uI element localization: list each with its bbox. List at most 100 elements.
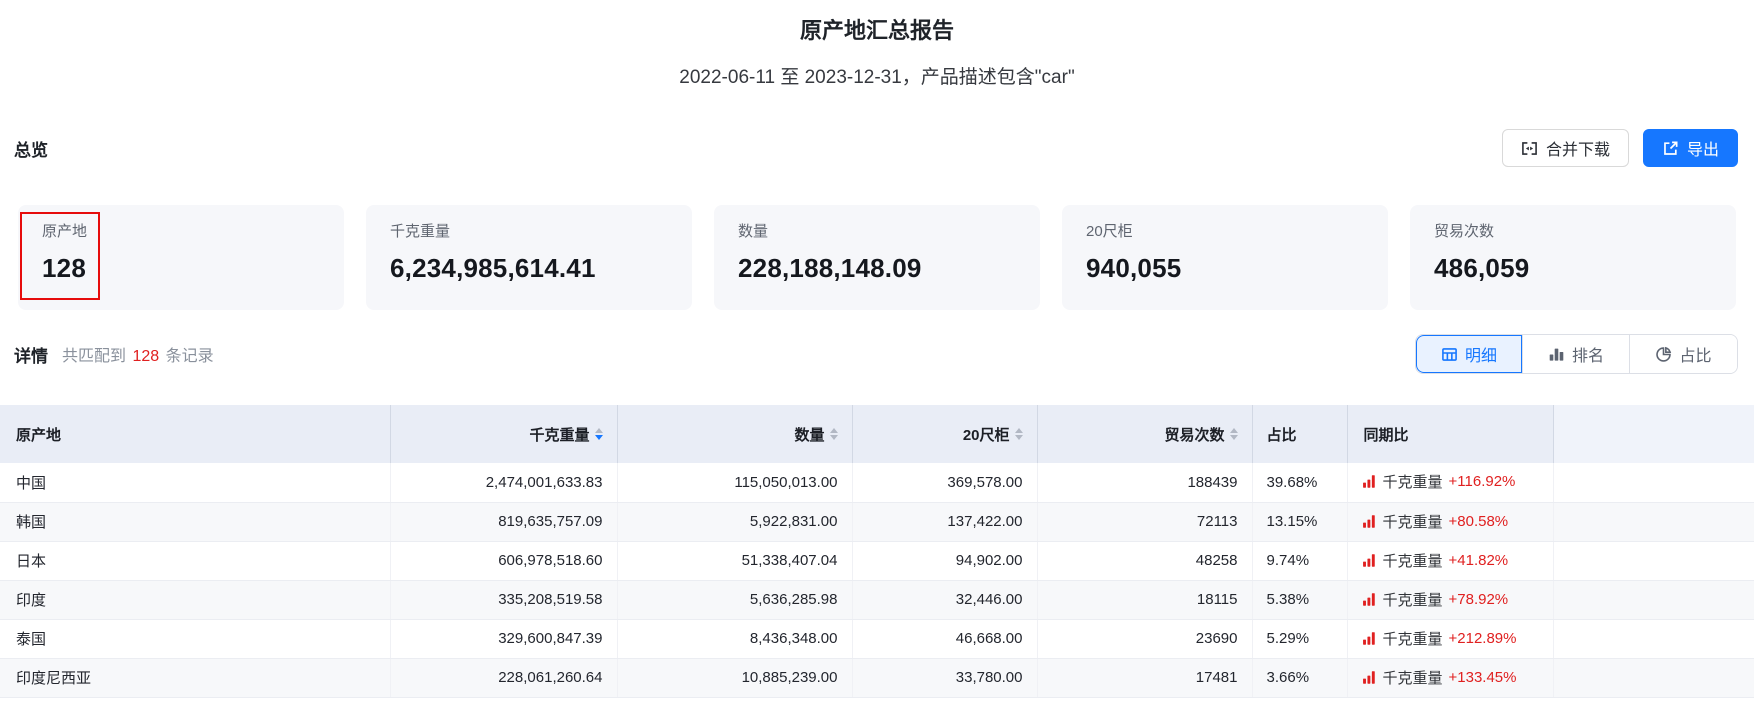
- trend-chart-icon: [1362, 514, 1377, 529]
- origin-data-table: 原产地 千克重量 数量 20尺柜 贸易次数 占比 同期比 中国 2,474,00…: [0, 405, 1754, 698]
- sort-carets-icon: [1014, 428, 1023, 440]
- sort-carets-icon: [594, 428, 603, 440]
- cell-share: 13.15%: [1252, 502, 1348, 542]
- cell-blank: [1553, 502, 1754, 542]
- cell-quantity: 5,922,831.00: [617, 502, 853, 542]
- cell-weight: 606,978,518.60: [390, 541, 618, 581]
- cell-yoy: 千克重量 +133.45%: [1347, 658, 1554, 698]
- tab-label: 明细: [1464, 348, 1497, 365]
- cell-quantity: 51,338,407.04: [617, 541, 853, 581]
- cell-teu: 32,446.00: [852, 580, 1038, 620]
- details-section-title: 详情: [14, 346, 48, 366]
- stat-card-teu: 20尺柜 940,055: [1062, 205, 1388, 310]
- column-trades-sort[interactable]: 贸易次数: [1037, 405, 1253, 463]
- cell-quantity: 8,436,348.00: [617, 619, 853, 659]
- cell-weight: 819,635,757.09: [390, 502, 618, 542]
- cell-yoy: 千克重量 +41.82%: [1347, 541, 1554, 581]
- sort-carets-icon: [1229, 428, 1238, 440]
- stat-card-value: 940,055: [1086, 253, 1182, 283]
- stat-card-value: 486,059: [1434, 253, 1530, 283]
- page-title: 原产地汇总报告: [799, 18, 954, 43]
- sort-carets-icon: [829, 428, 838, 440]
- cell-blank: [1553, 463, 1754, 503]
- column-yoy: 同期比: [1347, 405, 1554, 463]
- report-subtitle: 2022-06-11 至 2023-12-31，产品描述包含"car": [679, 67, 1075, 88]
- overview-section-title: 总览: [14, 140, 48, 160]
- stat-card-label: 贸易次数: [1434, 223, 1495, 240]
- table-row-india: 印度 335,208,519.58 5,636,285.98 32,446.00…: [0, 580, 1754, 620]
- column-teu-sort[interactable]: 20尺柜: [852, 405, 1038, 463]
- stat-card-label: 20尺柜: [1086, 223, 1133, 240]
- table-row-korea: 韩国 819,635,757.09 5,922,831.00 137,422.0…: [0, 502, 1754, 542]
- cell-share: 39.68%: [1252, 463, 1348, 503]
- ranking-icon: [1548, 346, 1565, 363]
- tab-ranking[interactable]: 排名: [1523, 335, 1630, 373]
- cell-origin: 中国: [0, 463, 391, 503]
- stat-card-label: 数量: [738, 223, 769, 240]
- table-header-row: 原产地 千克重量 数量 20尺柜 贸易次数 占比 同期比: [0, 405, 1754, 463]
- stat-card-value: 6,234,985,614.41: [390, 253, 596, 283]
- table-row-thailand: 泰国 329,600,847.39 8,436,348.00 46,668.00…: [0, 619, 1754, 659]
- column-blank: [1553, 405, 1754, 463]
- tab-label: 占比: [1679, 348, 1712, 365]
- table-row-japan: 日本 606,978,518.60 51,338,407.04 94,902.0…: [0, 541, 1754, 581]
- cell-quantity: 5,636,285.98: [617, 580, 853, 620]
- column-weight-sort[interactable]: 千克重量: [390, 405, 618, 463]
- overview-actions: 合并下载 导出: [1501, 129, 1738, 167]
- stat-card-value: 228,188,148.09: [738, 253, 922, 283]
- cell-trades: 72113: [1037, 502, 1253, 542]
- details-left: 详情 共匹配到 128 条记录: [14, 342, 214, 367]
- export-label: 导出: [1686, 142, 1719, 159]
- cell-yoy: 千克重量 +78.92%: [1347, 580, 1554, 620]
- stat-card-label: 千克重量: [390, 223, 451, 240]
- cell-weight: 329,600,847.39: [390, 619, 618, 659]
- tab-share[interactable]: 占比: [1630, 335, 1737, 373]
- stat-card-quantity: 数量 228,188,148.09: [714, 205, 1040, 310]
- cell-share: 5.29%: [1252, 619, 1348, 659]
- trend-chart-icon: [1362, 474, 1377, 489]
- cell-origin: 韩国: [0, 502, 391, 542]
- column-origin: 原产地: [0, 405, 391, 463]
- pie-icon: [1655, 346, 1672, 363]
- cell-teu: 137,422.00: [852, 502, 1038, 542]
- cell-trades: 23690: [1037, 619, 1253, 659]
- match-count: 128: [132, 348, 160, 365]
- cell-origin: 日本: [0, 541, 391, 581]
- cell-origin: 印度: [0, 580, 391, 620]
- merge-download-icon: [1521, 140, 1538, 157]
- merge-download-label: 合并下载: [1545, 142, 1610, 159]
- view-tab-group: 明细 排名 占比: [1415, 334, 1738, 374]
- cell-trades: 17481: [1037, 658, 1253, 698]
- table-row-china: 中国 2,474,001,633.83 115,050,013.00 369,5…: [0, 463, 1754, 503]
- cell-trades: 18115: [1037, 580, 1253, 620]
- cell-teu: 94,902.00: [852, 541, 1038, 581]
- trend-chart-icon: [1362, 592, 1377, 607]
- cell-trades: 188439: [1037, 463, 1253, 503]
- match-prefix: 共匹配到: [62, 348, 127, 365]
- export-button[interactable]: 导出: [1642, 129, 1738, 167]
- cell-teu: 33,780.00: [852, 658, 1038, 698]
- cell-quantity: 10,885,239.00: [617, 658, 853, 698]
- table-row-indonesia: 印度尼西亚 228,061,260.64 10,885,239.00 33,78…: [0, 658, 1754, 698]
- cell-origin: 泰国: [0, 619, 391, 659]
- cell-weight: 228,061,260.64: [390, 658, 618, 698]
- column-share: 占比: [1252, 405, 1348, 463]
- cell-share: 3.66%: [1252, 658, 1348, 698]
- stat-card-weight: 千克重量 6,234,985,614.41: [366, 205, 692, 310]
- table-icon: [1441, 346, 1458, 363]
- cell-yoy: 千克重量 +212.89%: [1347, 619, 1554, 659]
- stat-cards: 原产地 128 千克重量 6,234,985,614.41 数量 228,188…: [18, 205, 1736, 310]
- cell-blank: [1553, 580, 1754, 620]
- stat-card-value: 128: [42, 253, 86, 283]
- cell-weight: 335,208,519.58: [390, 580, 618, 620]
- cell-yoy: 千克重量 +80.58%: [1347, 502, 1554, 542]
- cell-trades: 48258: [1037, 541, 1253, 581]
- match-text: 共匹配到 128 条记录: [62, 342, 214, 366]
- merge-download-button[interactable]: 合并下载: [1501, 129, 1629, 167]
- overview-header-row: 总览 合并下载 导出: [14, 129, 1738, 167]
- tab-detail[interactable]: 明细: [1416, 335, 1523, 373]
- cell-blank: [1553, 619, 1754, 659]
- cell-blank: [1553, 658, 1754, 698]
- cell-blank: [1553, 541, 1754, 581]
- column-quantity-sort[interactable]: 数量: [617, 405, 853, 463]
